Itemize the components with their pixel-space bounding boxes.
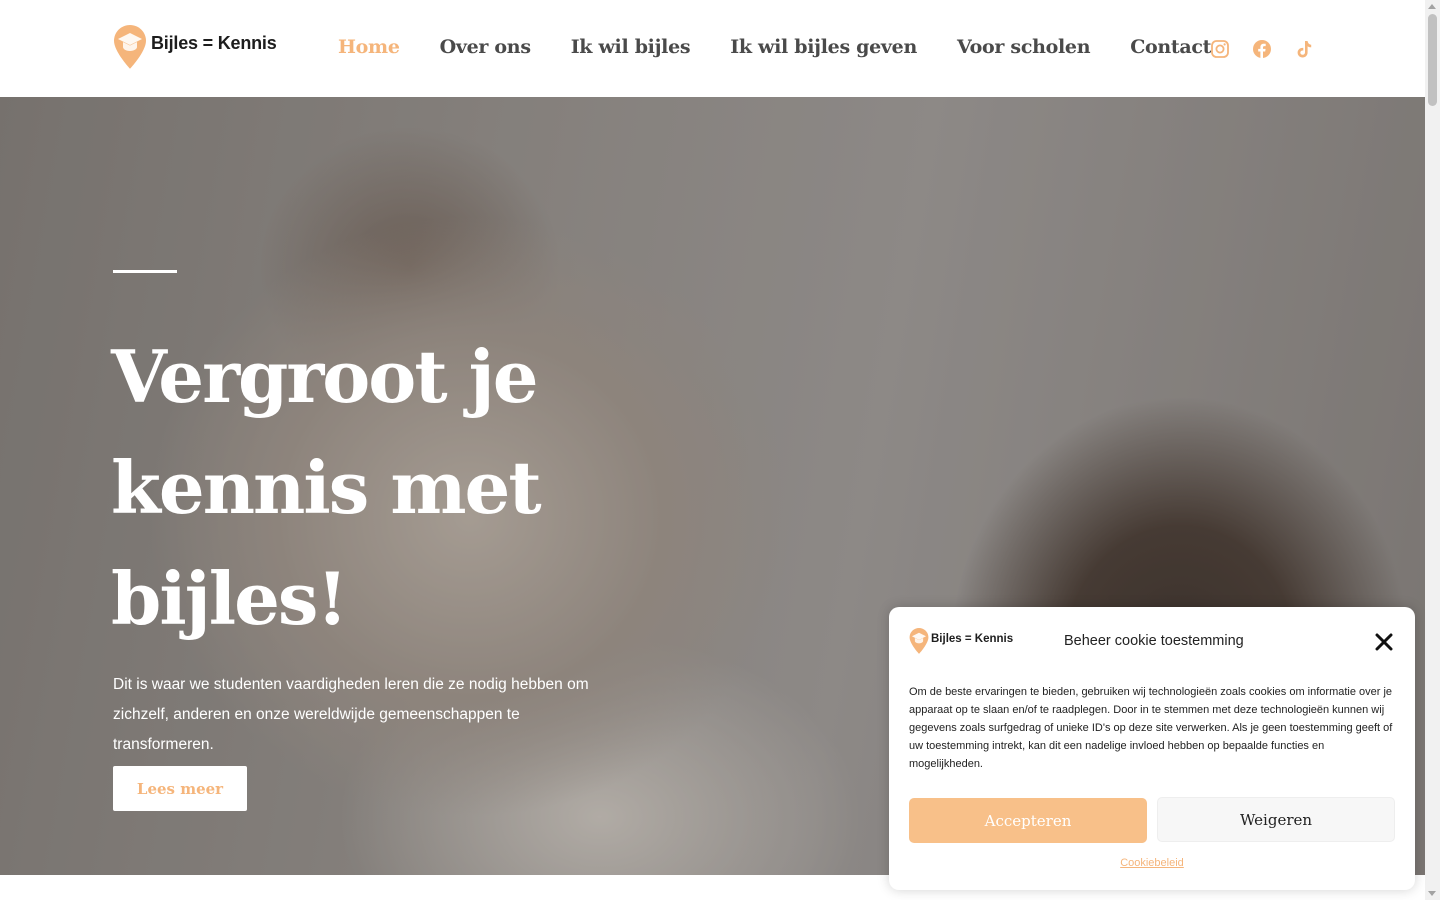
- nav-voor-scholen[interactable]: Voor scholen: [957, 36, 1091, 58]
- hero-title: Vergroot je kennis met bijles!: [111, 334, 542, 641]
- cookie-logo: Bijles = Kennis: [909, 627, 1013, 655]
- social-links: [1210, 39, 1336, 59]
- scroll-thumb[interactable]: [1428, 14, 1437, 106]
- graduation-pin-icon: [909, 628, 929, 654]
- instagram-icon[interactable]: [1210, 39, 1230, 59]
- main-nav: Home Over ons Ik wil bijles Ik wil bijle…: [338, 36, 1251, 58]
- nav-ik-wil-bijles[interactable]: Ik wil bijles: [571, 36, 691, 58]
- site-header: Bijles = Kennis Home Over ons Ik wil bij…: [0, 0, 1425, 97]
- accept-button[interactable]: Accepteren: [909, 798, 1147, 843]
- cookie-title: Beheer cookie toestemming: [1064, 633, 1244, 649]
- scroll-down-arrow[interactable]: [1428, 891, 1436, 896]
- close-icon[interactable]: [1375, 633, 1393, 651]
- tiktok-icon[interactable]: [1294, 39, 1314, 59]
- nav-over-ons[interactable]: Over ons: [440, 36, 531, 58]
- hero-text: Dit is waar we studenten vaardigheden le…: [113, 676, 589, 753]
- cookie-policy-link[interactable]: Cookiebeleid: [889, 857, 1415, 869]
- logo-text: Bijles = Kennis: [151, 33, 277, 53]
- page-scrollbar[interactable]: [1425, 0, 1440, 900]
- deny-button[interactable]: Weigeren: [1157, 797, 1395, 842]
- graduation-pin-icon: [114, 25, 146, 69]
- site-logo[interactable]: Bijles = Kennis: [113, 24, 277, 70]
- hero-divider: [113, 270, 177, 273]
- cookie-body-text: Om de beste ervaringen te bieden, gebrui…: [909, 686, 1393, 770]
- lees-meer-button[interactable]: Lees meer: [113, 766, 247, 811]
- scroll-up-arrow[interactable]: [1428, 4, 1436, 9]
- cookie-logo-text: Bijles = Kennis: [931, 633, 1014, 645]
- nav-home[interactable]: Home: [338, 36, 400, 58]
- facebook-icon[interactable]: [1252, 39, 1272, 59]
- nav-contact[interactable]: Contact: [1130, 36, 1211, 58]
- cookie-consent-dialog: Bijles = Kennis Beheer cookie toestemmin…: [889, 607, 1415, 890]
- nav-ik-wil-bijles-geven[interactable]: Ik wil bijles geven: [730, 36, 917, 58]
